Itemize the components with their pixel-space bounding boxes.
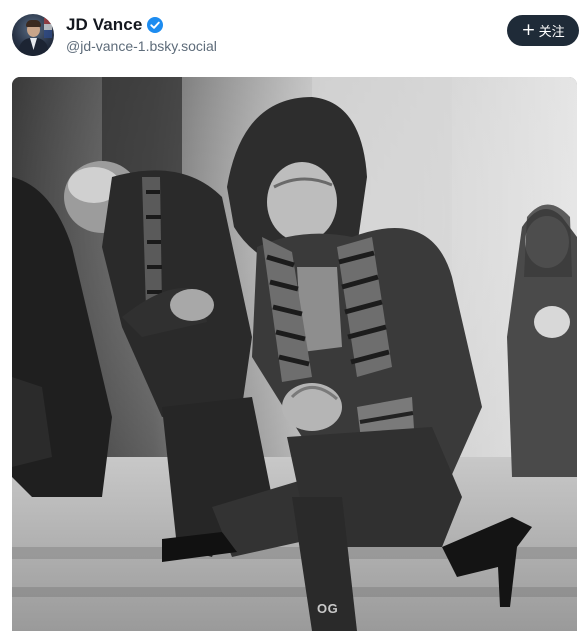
- avatar-hair: [26, 20, 41, 27]
- post-header: JD Vance @jd-vance-1.bsky.social + 关注: [0, 0, 587, 68]
- author-name-row: JD Vance: [66, 14, 217, 36]
- verified-badge-icon: [147, 17, 164, 33]
- plus-icon: +: [521, 20, 536, 40]
- avatar-flag-background: [44, 18, 52, 38]
- photo-kneeling-people: [12, 77, 577, 631]
- author-display-name[interactable]: JD Vance: [66, 15, 142, 35]
- post-card: JD Vance @jd-vance-1.bsky.social + 关注 OG: [0, 0, 587, 631]
- follow-button[interactable]: + 关注: [507, 15, 579, 46]
- author-info: JD Vance @jd-vance-1.bsky.social: [66, 14, 217, 54]
- author-handle[interactable]: @jd-vance-1.bsky.social: [66, 38, 217, 54]
- post-image[interactable]: OG: [12, 77, 577, 631]
- image-watermark: OG: [317, 601, 339, 616]
- follow-button-label: 关注: [538, 25, 565, 40]
- author-avatar[interactable]: [12, 14, 54, 56]
